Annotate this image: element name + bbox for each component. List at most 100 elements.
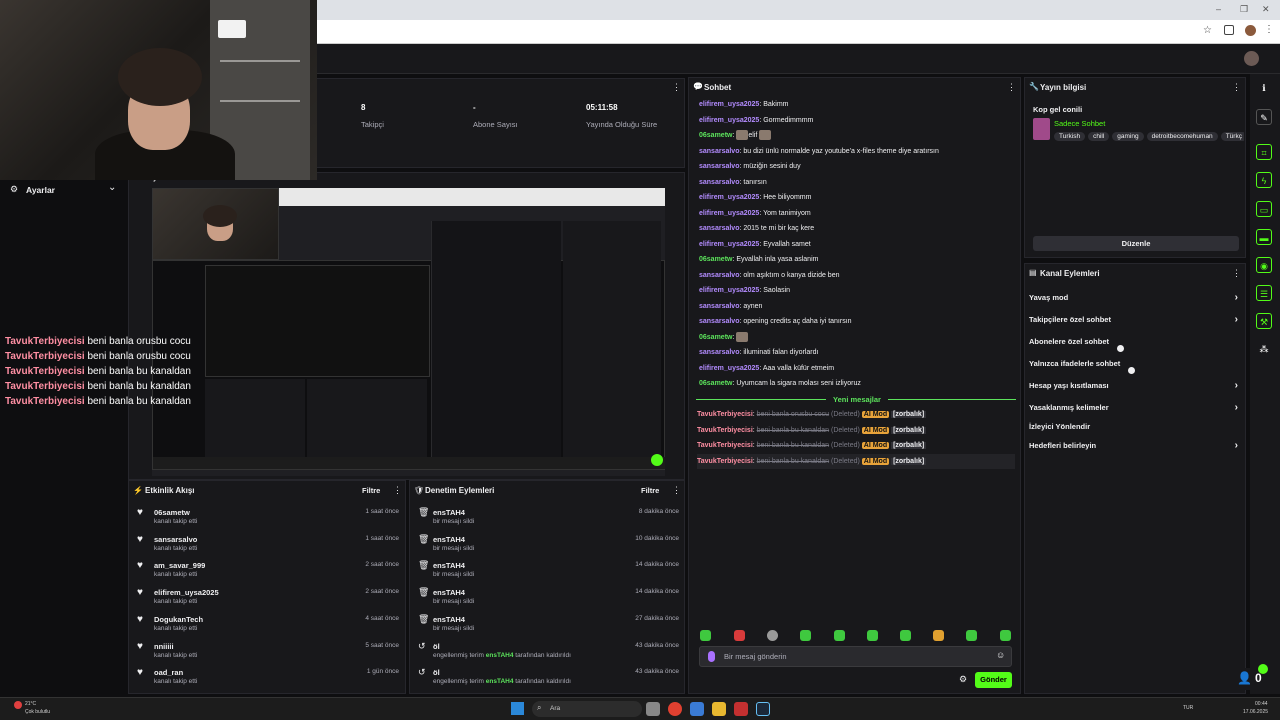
chat-username[interactable]: sansarsalvo	[699, 318, 739, 325]
activity-name[interactable]: 06sametw	[154, 508, 190, 517]
mod-sub-pre: engellenmiş terim	[433, 678, 484, 686]
emote-icon[interactable]	[867, 630, 878, 641]
chat-username[interactable]: sansarsalvo	[699, 148, 739, 155]
taskbar-search[interactable]: ⌕ Ara	[532, 701, 642, 717]
activity-name[interactable]: nniiiii	[154, 642, 174, 651]
emote-icon[interactable]	[966, 630, 977, 641]
user-avatar[interactable]	[1244, 51, 1259, 66]
profile-avatar-icon[interactable]	[1245, 25, 1256, 36]
settings-app-icon[interactable]	[690, 702, 704, 716]
send-button[interactable]: Gönder	[975, 672, 1012, 688]
mod-name[interactable]: ensTAH4	[433, 588, 465, 597]
stream-category[interactable]: Sadece Sohbet	[1054, 119, 1105, 128]
chat-username[interactable]: elifirem_uysa2025	[699, 241, 759, 248]
action-set-goals[interactable]: Hedefleri belirleyin ›	[1029, 435, 1241, 457]
windows-start-icon[interactable]	[511, 702, 524, 715]
activity-menu-icon[interactable]: ⋮	[393, 485, 402, 496]
chevron-down-icon[interactable]: ⌄	[108, 182, 116, 193]
chat-username[interactable]: TavukTerbiyecisi	[697, 458, 753, 465]
emote-icon[interactable]	[700, 630, 711, 641]
mod-name[interactable]: öl	[433, 668, 440, 677]
chat-username[interactable]: sansarsalvo	[699, 303, 739, 310]
info-icon[interactable]: ℹ	[1256, 80, 1272, 96]
settings-bar[interactable]: ⚙ Ayarlar ⌄	[0, 180, 128, 200]
mod-name[interactable]: ensTAH4	[433, 508, 465, 517]
chat-username[interactable]: TavukTerbiyecisi	[697, 442, 753, 449]
chat-username[interactable]: sansarsalvo	[699, 163, 739, 170]
chat-username[interactable]: sansarsalvo	[699, 225, 739, 232]
chat-username[interactable]: 06sametw	[699, 132, 732, 139]
moderation-filter-button[interactable]: Filtre	[641, 486, 659, 495]
chat-username[interactable]: 06sametw	[699, 334, 732, 341]
moderation-menu-icon[interactable]: ⋮	[672, 485, 681, 496]
channel-actions-menu-icon[interactable]: ⋮	[1232, 268, 1241, 279]
chat-username[interactable]: elifirem_uysa2025	[699, 287, 759, 294]
document-icon[interactable]: ▭	[1256, 201, 1272, 217]
chat-icon[interactable]: ▬	[1256, 229, 1272, 245]
chat-username[interactable]: sansarsalvo	[699, 179, 739, 186]
mod-name[interactable]: öl	[433, 642, 440, 651]
edit-button[interactable]: Düzenle	[1033, 236, 1239, 251]
emote-icon[interactable]	[1000, 630, 1011, 641]
activity-time: 1 saat önce	[365, 534, 399, 542]
chrome-icon[interactable]	[668, 702, 682, 716]
language-indicator[interactable]: TUR	[1183, 705, 1193, 711]
chat-username[interactable]: TavukTerbiyecisi	[697, 411, 753, 418]
connect-icon[interactable]: ⁂	[1256, 341, 1272, 357]
mod-sub-user[interactable]: ensTAH4	[486, 678, 514, 685]
app-icon[interactable]	[734, 702, 748, 716]
stream-info-menu-icon[interactable]: ⋮	[1232, 82, 1241, 93]
chat-username[interactable]: 06sametw	[699, 256, 732, 263]
emote-icon[interactable]	[734, 630, 745, 641]
action-raid[interactable]: İzleyici Yönlendir	[1029, 419, 1241, 435]
chat-username[interactable]: elifirem_uysa2025	[699, 117, 759, 124]
emote-icon[interactable]	[933, 630, 944, 641]
menu-dots-icon[interactable]: ⋮	[1264, 24, 1274, 35]
mod-sub-user[interactable]: ensTAH4	[486, 652, 514, 659]
close-icon[interactable]: ✕	[1262, 4, 1270, 15]
bookmark-star-icon[interactable]: ☆	[1203, 25, 1212, 36]
tool-icon[interactable]: ⚒	[1256, 313, 1272, 329]
emote-icon[interactable]	[767, 630, 778, 641]
chat-menu-icon[interactable]: ⋮	[1007, 82, 1016, 93]
chat-username[interactable]: elifirem_uysa2025	[699, 101, 759, 108]
activity-name[interactable]: am_savar_999	[154, 561, 205, 570]
chat-username[interactable]: elifirem_uysa2025	[699, 194, 759, 201]
minimize-icon[interactable]: –	[1216, 4, 1221, 14]
action-slow-mode[interactable]: Yavaş mod ›	[1029, 287, 1241, 309]
action-banned-words[interactable]: Yasaklanmış kelimeler ›	[1029, 397, 1241, 419]
mod-name[interactable]: ensTAH4	[433, 561, 465, 570]
chat-username[interactable]: TavukTerbiyecisi	[697, 427, 753, 434]
chat-username[interactable]: elifirem_uysa2025	[699, 210, 759, 217]
mod-name[interactable]: ensTAH4	[433, 615, 465, 624]
chat-username[interactable]: sansarsalvo	[699, 349, 739, 356]
chat-settings-gear-icon[interactable]: ⚙	[959, 674, 967, 685]
maximize-icon[interactable]: ❐	[1240, 4, 1248, 15]
crop-icon[interactable]: ⌗	[1256, 144, 1272, 160]
chat-username[interactable]: 06sametw	[699, 380, 732, 387]
action-followers-only[interactable]: Takipçilere özel sohbet ›	[1029, 309, 1241, 331]
file-explorer-icon[interactable]	[712, 702, 726, 716]
activity-name[interactable]: oad_ran	[154, 668, 183, 677]
edit-icon[interactable]: ✎	[1256, 109, 1272, 125]
taskview-icon[interactable]	[646, 702, 660, 716]
action-account-age[interactable]: Hesap yaşı kısıtlaması ›	[1029, 375, 1241, 397]
chat-input[interactable]: Bir mesaj gönderin ☺	[699, 646, 1012, 667]
chat-username[interactable]: elifirem_uysa2025	[699, 365, 759, 372]
activity-name[interactable]: elifirem_uysa2025	[154, 588, 219, 597]
activity-filter-button[interactable]: Filtre	[362, 486, 380, 495]
emote-icon[interactable]	[800, 630, 811, 641]
chat-username[interactable]: sansarsalvo	[699, 272, 739, 279]
mod-name[interactable]: ensTAH4	[433, 535, 465, 544]
list-icon[interactable]: ☰	[1256, 285, 1272, 301]
emote-icon[interactable]	[834, 630, 845, 641]
activity-name[interactable]: sansarsalvo	[154, 535, 197, 544]
stats-menu-icon[interactable]: ⋮	[672, 82, 681, 93]
emote-icon[interactable]	[900, 630, 911, 641]
emoji-icon[interactable]: ☺	[996, 650, 1005, 660]
lightning-icon[interactable]: ϟ	[1256, 172, 1272, 188]
extensions-icon[interactable]	[1224, 25, 1234, 35]
steam-icon[interactable]	[756, 702, 770, 716]
activity-name[interactable]: DogukanTech	[154, 615, 203, 624]
broadcast-icon[interactable]: ◉	[1256, 257, 1272, 273]
